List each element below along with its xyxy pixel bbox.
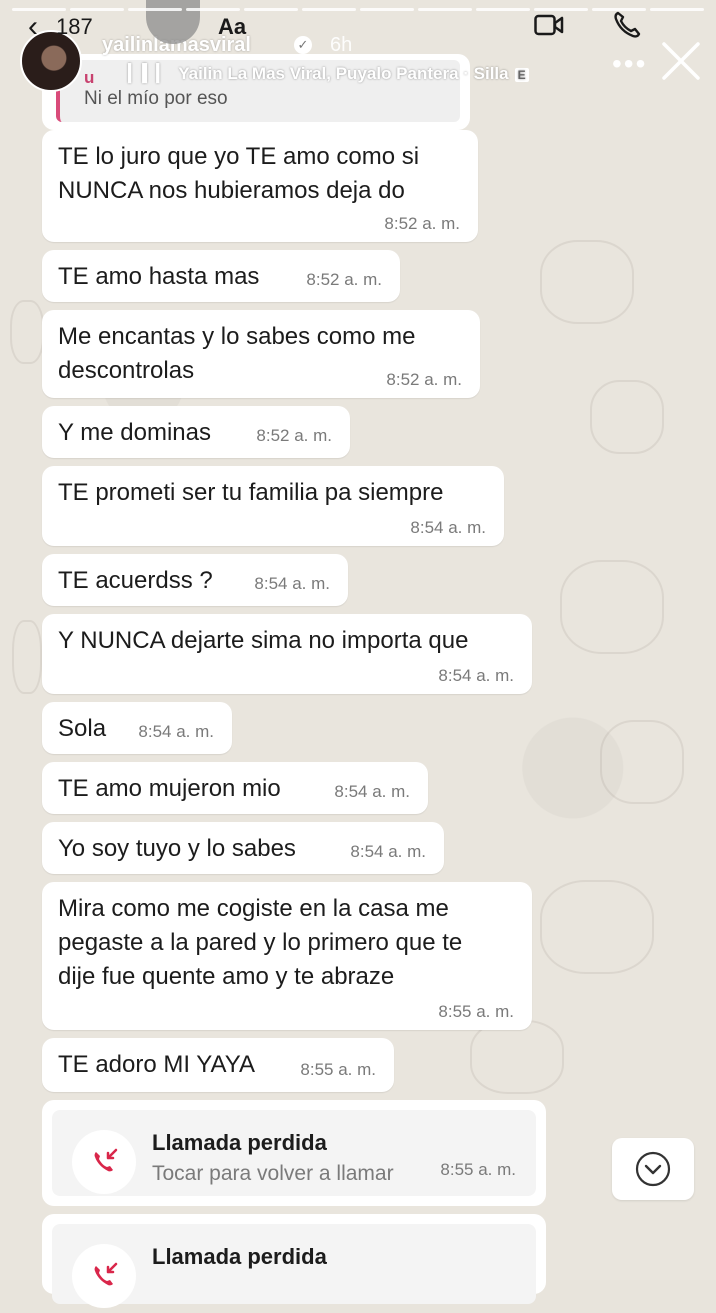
missed-call-icon <box>72 1244 136 1308</box>
message-bubble[interactable]: Y me dominas 8:52 a. m. <box>42 406 350 458</box>
message-time: 8:54 a. m. <box>438 666 514 685</box>
message-text: TE adoro MI YAYA <box>58 1051 255 1078</box>
message-bubble[interactable]: Y NUNCA dejarte sima no importa que 8:54… <box>42 614 532 694</box>
story-progress-bar <box>12 8 704 11</box>
message-text: Sola <box>58 715 107 742</box>
message-bubble[interactable]: Mira como me cogiste en la casa me pegas… <box>42 882 532 1030</box>
missed-call-title: Llamada perdida <box>152 1244 327 1269</box>
missed-call-subtitle: Tocar para volver a llamar <box>152 1162 394 1185</box>
message-time: 8:52 a. m. <box>384 214 460 233</box>
viewer-count: 187 <box>56 14 93 39</box>
missed-call-title: Llamada perdida <box>152 1130 327 1155</box>
message-time: 8:52 a. m. <box>306 270 382 289</box>
quoted-text: Ni el mío por eso <box>84 88 228 109</box>
story-music-info[interactable]: ▎▍▎ Yailin La Mas Viral, Puyalo Pantera ·… <box>128 64 529 84</box>
message-bubble[interactable]: TE acuerdss ? 8:54 a. m. <box>42 554 348 606</box>
message-bubble[interactable]: TE amo mujeron mio 8:54 a. m. <box>42 762 428 814</box>
message-text: Yo soy tuyo y lo sabes <box>58 835 296 862</box>
music-bars-icon: ▎▍▎ <box>128 64 171 83</box>
text-tool-label[interactable]: Aa <box>218 14 246 40</box>
missed-call-inner: Llamada perdida Tocar para volver a llam… <box>52 1110 536 1196</box>
video-call-icon[interactable] <box>534 14 564 36</box>
message-text: TE amo mujeron mio <box>58 775 281 802</box>
contact-avatar-placeholder <box>146 0 200 44</box>
back-arrow-icon[interactable]: ‹ <box>28 10 38 44</box>
missed-call-inner: Llamada perdida <box>52 1224 536 1308</box>
message-time: 8:54 a. m. <box>334 782 410 801</box>
message-bubble[interactable]: TE adoro MI YAYA 8:55 a. m. <box>42 1038 394 1092</box>
message-text: TE lo juro que yo TE amo como si NUNCA n… <box>58 143 420 204</box>
missed-call-time: 8:55 a. m. <box>440 1160 516 1179</box>
message-time: 8:54 a. m. <box>410 518 486 537</box>
message-text: Y NUNCA dejarte sima no importa que <box>58 627 469 654</box>
missed-call-card[interactable]: Llamada perdida <box>42 1214 546 1308</box>
message-text: Mira como me cogiste en la casa me pegas… <box>58 895 463 990</box>
message-time: 8:55 a. m. <box>438 1002 514 1021</box>
close-icon[interactable] <box>660 40 702 82</box>
chat-area: u Ni el mío por eso TE lo juro que yo TE… <box>0 0 716 1308</box>
chevron-down-icon <box>635 1151 671 1187</box>
message-bubble[interactable]: TE lo juro que yo TE amo como si NUNCA n… <box>42 130 478 242</box>
missed-call-icon <box>72 1130 136 1194</box>
scroll-down-button[interactable] <box>612 1138 694 1200</box>
message-time: 8:54 a. m. <box>350 842 426 861</box>
explicit-badge: E <box>514 67 529 82</box>
message-bubble[interactable]: Me encantas y lo sabes como me descontro… <box>42 310 480 398</box>
missed-call-card[interactable]: Llamada perdida Tocar para volver a llam… <box>42 1100 546 1206</box>
message-bubble[interactable]: TE prometi ser tu familia pa siempre 8:5… <box>42 466 504 546</box>
message-time: 8:52 a. m. <box>256 426 332 445</box>
message-time: 8:54 a. m. <box>138 722 214 741</box>
message-text: TE amo hasta mas <box>58 263 260 290</box>
message-time: 8:55 a. m. <box>300 1060 376 1079</box>
message-time: 8:52 a. m. <box>386 370 462 389</box>
message-text: TE acuerdss ? <box>58 567 213 594</box>
message-text: TE prometi ser tu familia pa siempre <box>58 479 444 506</box>
message-bubble[interactable]: TE amo hasta mas 8:52 a. m. <box>42 250 400 302</box>
message-text: Y me dominas <box>58 419 211 446</box>
message-time: 8:54 a. m. <box>254 574 330 593</box>
phone-call-icon[interactable] <box>612 10 642 40</box>
message-bubble[interactable]: Yo soy tuyo y lo sabes 8:54 a. m. <box>42 822 444 874</box>
music-title: Yailin La Mas Viral, Puyalo Pantera · Si… <box>178 64 509 83</box>
message-bubble[interactable]: Sola 8:54 a. m. <box>42 702 232 754</box>
